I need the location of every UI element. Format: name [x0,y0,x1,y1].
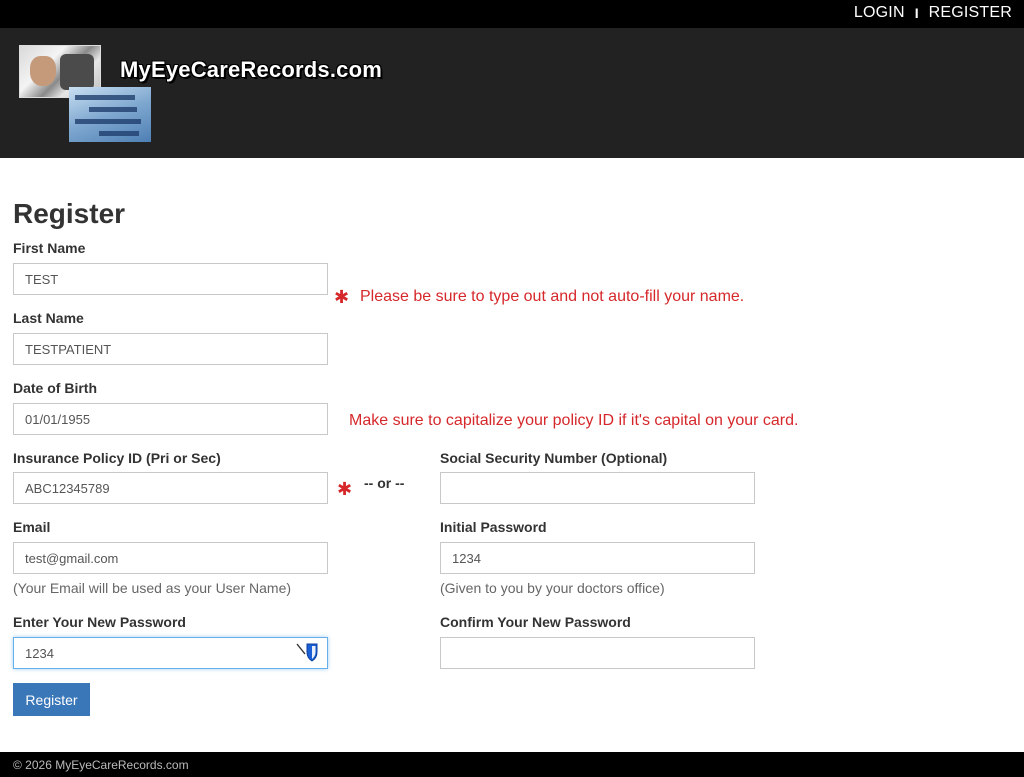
first-name-label: First Name [13,240,86,256]
first-name-input[interactable] [13,263,328,295]
required-asterisk-icon: ✱ [334,287,350,307]
site-header: MyEyeCareRecords.com [0,28,1024,158]
top-nav: LOGIN I REGISTER [854,4,1012,22]
dob-input[interactable] [13,403,328,435]
initial-password-input[interactable] [440,542,755,574]
site-title[interactable]: MyEyeCareRecords.com [120,57,382,83]
ssn-label: Social Security Number (Optional) [440,450,668,466]
nav-separator: I [914,5,919,21]
new-password-label: Enter Your New Password [13,614,186,630]
footer-copyright: © 2026 MyEyeCareRecords.com [13,758,189,772]
new-password-input[interactable] [13,637,328,669]
ssn-input[interactable] [440,472,755,504]
login-link[interactable]: LOGIN [854,4,905,22]
policy-id-label: Insurance Policy ID (Pri or Sec) [13,450,221,466]
register-link[interactable]: REGISTER [929,4,1012,22]
policy-capitalize-note: Make sure to capitalize your policy ID i… [349,412,799,429]
or-separator: -- or -- [364,475,405,491]
last-name-label: Last Name [13,310,84,326]
policy-id-input[interactable] [13,472,328,504]
initial-password-help-text: (Given to you by your doctors office) [440,580,665,596]
site-footer: © 2026 MyEyeCareRecords.com [0,752,1024,777]
register-button[interactable]: Register [13,683,90,716]
required-asterisk-icon: ✱ [337,479,353,499]
email-input[interactable] [13,542,328,574]
page-title: Register [13,198,126,229]
initial-password-label: Initial Password [440,519,547,535]
confirm-password-label: Confirm Your New Password [440,614,631,630]
email-label: Email [13,519,51,535]
logo-eye-chart-image [69,87,151,142]
name-autofill-note: Please be sure to type out and not auto-… [360,288,745,305]
confirm-password-input[interactable] [440,637,755,669]
last-name-input[interactable] [13,333,328,365]
password-manager-shield-icon[interactable] [296,641,320,663]
email-help-text: (Your Email will be used as your User Na… [13,580,292,596]
top-bar: LOGIN I REGISTER [0,0,1024,28]
dob-label: Date of Birth [13,380,97,396]
